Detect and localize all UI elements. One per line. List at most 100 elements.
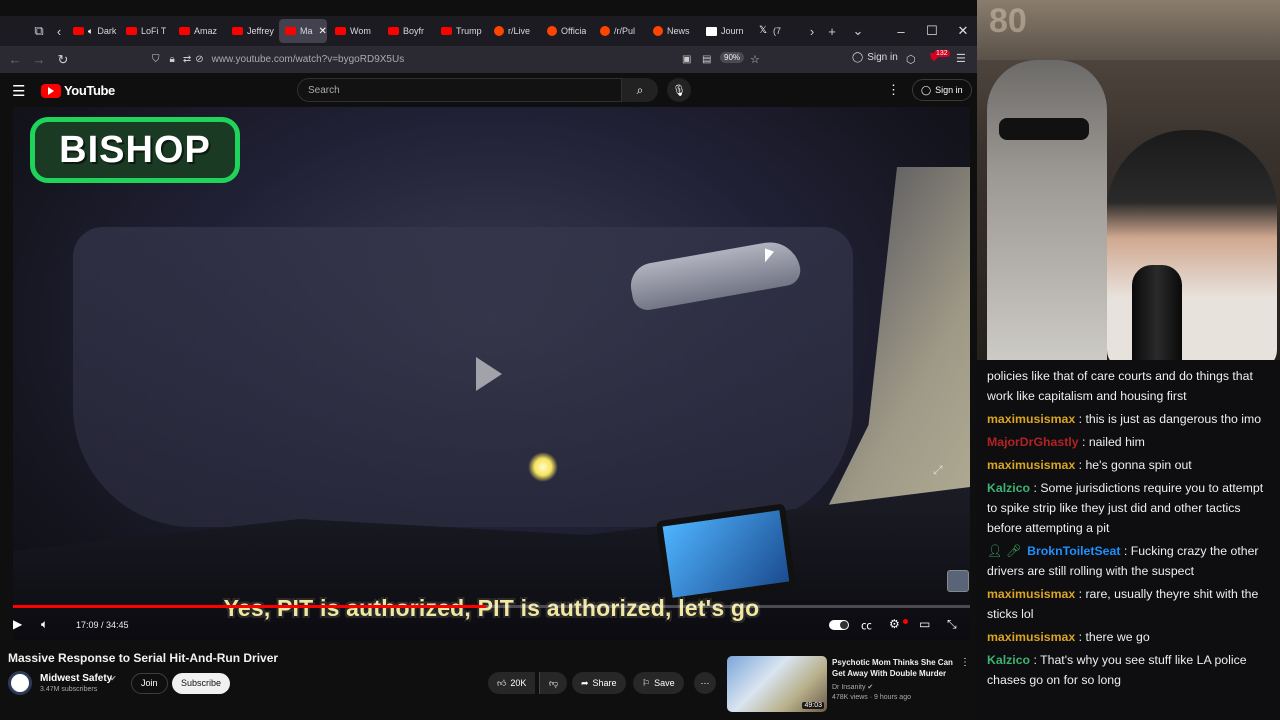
voice-search-button[interactable]: 🎙︎	[667, 78, 691, 102]
chat-username[interactable]: maximusismax	[987, 458, 1075, 472]
browser-tab[interactable]: Trump	[435, 19, 486, 43]
maximize-icon[interactable]: ☐	[917, 16, 947, 46]
save-button[interactable]: ⚐ Save	[633, 672, 684, 694]
youtube-favicon-icon	[179, 27, 190, 35]
more-options-icon[interactable]: ⋮	[887, 82, 900, 98]
bookmark-star-icon[interactable]: ☆	[750, 53, 760, 66]
forward-icon[interactable]: →	[27, 46, 51, 73]
browser-tab[interactable]: Boyfr	[382, 19, 433, 43]
chat-username[interactable]: BroknToiletSeat	[1027, 544, 1120, 558]
lock-icon[interactable]: 🔒︎	[170, 54, 175, 65]
ap-favicon-icon	[706, 26, 717, 36]
chat-username[interactable]: maximusismax	[987, 412, 1075, 426]
tab-label: Journ	[721, 26, 744, 36]
more-actions-button[interactable]: ⋯	[694, 672, 716, 694]
volume-icon[interactable]: 🔈︎	[41, 617, 48, 632]
extensions-icon[interactable]: ⬡	[906, 53, 916, 66]
browser-tab[interactable]: r/Live	[488, 19, 539, 43]
x-favicon-icon: 𝕏	[759, 25, 768, 36]
back-icon[interactable]: ←	[3, 46, 27, 73]
reader-view-icon[interactable]: ▤	[702, 54, 711, 65]
youtube-logo[interactable]: YouTube	[41, 83, 115, 98]
subscribe-button[interactable]: Subscribe	[172, 673, 231, 694]
browser-tab[interactable]: 🔈︎ Dark S	[67, 19, 118, 43]
chat-username[interactable]: Kalzico	[987, 653, 1030, 667]
tab-list-icon[interactable]: ⌄	[845, 16, 871, 46]
tab-label: Boyfr	[403, 26, 425, 36]
browser-tab[interactable]: Wom	[329, 19, 380, 43]
settings-gear-icon[interactable]: ⚙	[889, 617, 900, 631]
tab-overview-icon[interactable]: ⧉	[26, 16, 52, 46]
minimize-icon[interactable]: –	[886, 16, 916, 46]
screen: ⧉ ‹ 🔈︎ Dark S LoFi T Amaz Jeffrey Ma ✕ Wom Boyfr…	[0, 0, 1280, 720]
picture-in-picture-icon[interactable]: ▣	[682, 54, 691, 65]
chat-message: policies like that of care courts and do…	[987, 366, 1276, 406]
chat-text: policies like that of care courts and do…	[987, 369, 1253, 403]
progress-bar[interactable]	[13, 605, 970, 608]
extension-badge: 132	[934, 50, 950, 57]
shield-icon[interactable]: ⛉	[152, 54, 160, 65]
address-bar[interactable]: ⛉ 🔒︎ ⇄ ⊘ www.youtube.com/watch?v=bygoRD9…	[152, 48, 772, 71]
new-tab-icon[interactable]: +	[819, 16, 845, 46]
browser-tab[interactable]: 𝕏 (7	[753, 19, 804, 43]
reload-icon[interactable]: ↻	[51, 46, 75, 73]
tab-scroll-right-icon[interactable]: ›	[805, 16, 819, 46]
channel-name[interactable]: Midwest Safety	[40, 673, 112, 684]
browser-tab[interactable]: Ma ✕	[279, 19, 327, 43]
recommended-more-icon[interactable]: ⋮	[960, 657, 970, 668]
youtube-favicon-icon	[126, 27, 137, 35]
chat-text: he's gonna spin out	[1085, 458, 1192, 472]
browser-tab[interactable]: /r/Pul	[594, 19, 645, 43]
chat-username[interactable]: Kalzico	[987, 481, 1030, 495]
hamburger-menu-icon[interactable]: ☰	[12, 82, 25, 100]
chat-username[interactable]: MajorDrGhastly	[987, 435, 1079, 449]
recommended-video-title[interactable]: Psychotic Mom Thinks She Can Get Away Wi…	[832, 657, 957, 679]
recommended-video-channel[interactable]: Dr Insanity ✔	[832, 683, 873, 691]
tab-label: (7	[773, 26, 782, 36]
zoom-level[interactable]: 90%	[720, 52, 745, 63]
firefox-account-button[interactable]: ◯ Sign in	[852, 52, 898, 63]
expand-icon[interactable]: ⤢	[933, 463, 943, 478]
tab-close-icon[interactable]: ✕	[319, 26, 327, 37]
recommended-channel-name: Dr Insanity	[832, 684, 866, 691]
app-menu-icon[interactable]: ☰	[956, 52, 966, 65]
youtube-favicon-icon	[73, 27, 84, 35]
browser-tab[interactable]: Jeffrey	[226, 19, 277, 43]
join-button[interactable]: Join	[131, 673, 168, 694]
search-button[interactable]: ⌕	[622, 78, 658, 102]
chat-username[interactable]: maximusismax	[987, 630, 1075, 644]
autoplay-toggle[interactable]	[829, 620, 849, 630]
recommended-video-thumbnail[interactable]: 49:03	[727, 656, 827, 712]
tracking-icon[interactable]: ⊘	[195, 54, 203, 65]
browser-window: ⧉ ‹ 🔈︎ Dark S LoFi T Amaz Jeffrey Ma ✕ Wom Boyfr…	[0, 0, 977, 720]
share-button[interactable]: ➦ Share	[572, 672, 626, 694]
video-player[interactable]: BISHOP ⤢ Yes, PIT is authorized, PIT is …	[13, 107, 970, 640]
tab-audio-icon[interactable]: 🔈︎	[88, 26, 93, 37]
chat-username[interactable]: maximusismax	[987, 587, 1075, 601]
channel-avatar[interactable]	[8, 671, 32, 695]
youtube-sign-in-button[interactable]: ◯ Sign in	[912, 79, 972, 101]
url-text[interactable]: www.youtube.com/watch?v=bygoRD9X5Us	[212, 54, 405, 65]
browser-tab[interactable]: LoFi T	[120, 19, 171, 43]
youtube-logo-text: YouTube	[64, 83, 115, 98]
play-icon[interactable]: ▶	[13, 617, 22, 631]
tab-bar: ⧉ ‹ 🔈︎ Dark S LoFi T Amaz Jeffrey Ma ✕ Wom Boyfr…	[0, 16, 977, 46]
tab-scroll-left-icon[interactable]: ‹	[52, 16, 66, 46]
like-button[interactable]: 👍︎ 20K	[488, 672, 536, 694]
theater-mode-icon[interactable]: ▭	[919, 617, 930, 631]
dislike-button[interactable]: 👎︎	[539, 672, 568, 694]
search-input[interactable]	[308, 84, 621, 96]
browser-tab[interactable]: Amaz	[173, 19, 224, 43]
browser-tab[interactable]: Journ	[700, 19, 751, 43]
chat-separator: :	[1030, 653, 1041, 667]
channel-watermark[interactable]	[947, 570, 969, 592]
firefox-sign-in-label: Sign in	[867, 52, 898, 63]
fullscreen-icon[interactable]: ⤡	[947, 617, 957, 632]
close-window-icon[interactable]: ✕	[948, 16, 978, 46]
browser-tab[interactable]: News	[647, 19, 698, 43]
captions-icon[interactable]: ㏄	[861, 617, 872, 633]
big-play-icon[interactable]	[476, 357, 502, 391]
chat-separator: :	[1075, 458, 1086, 472]
browser-tab[interactable]: Officia	[541, 19, 592, 43]
permissions-icon[interactable]: ⇄	[183, 54, 191, 65]
